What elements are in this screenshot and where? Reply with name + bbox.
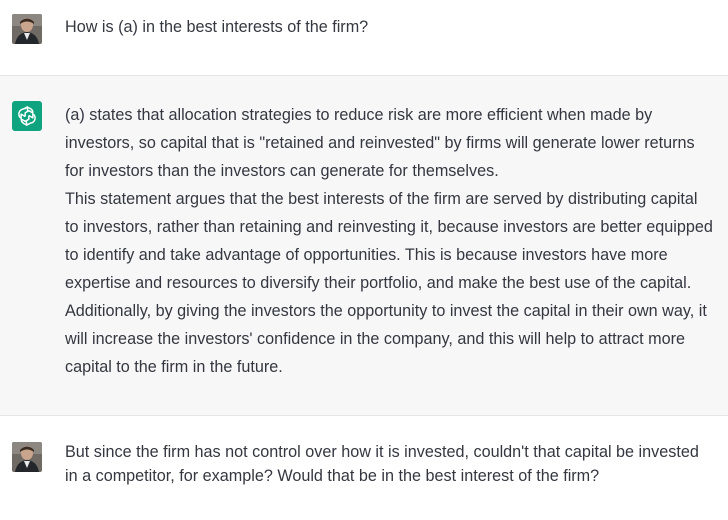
user-message-row: But since the firm has not control over …: [0, 416, 728, 520]
user-message-text: How is (a) in the best interests of the …: [65, 13, 715, 41]
user-photo-icon: [12, 14, 42, 44]
assistant-message-text: (a) states that allocation strategies to…: [65, 101, 715, 381]
user-avatar: [12, 14, 42, 44]
user-message-text: But since the firm has not control over …: [65, 440, 715, 488]
user-avatar: [12, 442, 42, 472]
message-paragraph: (a) states that allocation strategies to…: [65, 106, 695, 180]
assistant-avatar: [12, 101, 42, 131]
message-paragraph: How is (a) in the best interests of the …: [65, 18, 369, 36]
chat-thread: How is (a) in the best interests of the …: [0, 0, 728, 520]
user-photo-icon: [12, 442, 42, 472]
message-paragraph: But since the firm has not control over …: [65, 443, 699, 485]
openai-logo-icon: [18, 106, 36, 126]
message-paragraph: This statement argues that the best inte…: [65, 190, 713, 376]
user-message-row: How is (a) in the best interests of the …: [0, 0, 728, 75]
assistant-message-row: (a) states that allocation strategies to…: [0, 75, 728, 416]
